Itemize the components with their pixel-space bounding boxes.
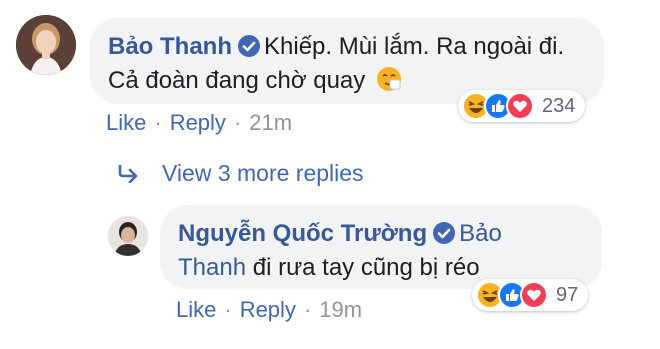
separator-dot: · bbox=[233, 110, 242, 135]
love-reaction-icon bbox=[520, 281, 548, 309]
reply-timestamp[interactable]: 19m bbox=[319, 297, 362, 322]
reply-avatar[interactable] bbox=[108, 216, 148, 256]
view-more-label: View 3 more replies bbox=[162, 160, 364, 186]
reply-mention[interactable]: Bảo bbox=[459, 220, 502, 247]
like-link[interactable]: Like bbox=[176, 297, 216, 322]
reply-reactions[interactable]: 97 bbox=[472, 279, 589, 311]
like-link[interactable]: Like bbox=[106, 110, 146, 135]
sneezing-face-icon bbox=[376, 66, 402, 102]
comment-text-cont: Cả đoàn đang chờ quay bbox=[108, 67, 366, 94]
reply-text-line1: Nguyễn Quốc Trường Bảo bbox=[178, 217, 602, 251]
reply-bubble: Nguyễn Quốc Trường Bảo Thanh đi rưa tay c… bbox=[160, 205, 602, 289]
separator-dot: · bbox=[303, 297, 312, 322]
view-more-replies[interactable]: View 3 more replies bbox=[118, 160, 364, 187]
reply-reaction-count: 97 bbox=[556, 283, 579, 306]
reply-actions: Like · Reply · 19m bbox=[176, 297, 362, 323]
verified-badge-icon bbox=[238, 33, 260, 57]
comment-avatar[interactable] bbox=[16, 15, 76, 75]
comment-timestamp[interactable]: 21m bbox=[249, 110, 292, 135]
comment-actions: Like · Reply · 21m bbox=[106, 110, 292, 136]
reply-mention-cont[interactable]: Thanh bbox=[178, 254, 246, 281]
separator-dot: · bbox=[154, 110, 162, 135]
comment-author[interactable]: Bảo Thanh bbox=[108, 33, 232, 60]
reply-author[interactable]: Nguyễn Quốc Trường bbox=[178, 220, 427, 247]
comment-reactions[interactable]: 234 bbox=[458, 90, 586, 122]
reply-link[interactable]: Reply bbox=[170, 110, 226, 135]
love-reaction-icon bbox=[506, 92, 534, 120]
separator-dot: · bbox=[224, 297, 232, 322]
reply-arrow-icon bbox=[118, 164, 138, 183]
reply-link[interactable]: Reply bbox=[240, 297, 296, 322]
verified-badge-icon bbox=[433, 220, 456, 244]
comment-text: Khiếp. Mùi lắm. Ra ngoài đi. bbox=[264, 33, 565, 60]
reply-text: đi rưa tay cũng bị réo bbox=[246, 254, 480, 281]
comment-reaction-count: 234 bbox=[542, 94, 576, 117]
comment-text-line1: Bảo Thanh Khiếp. Mùi lắm. Ra ngoài đi. bbox=[108, 30, 604, 64]
